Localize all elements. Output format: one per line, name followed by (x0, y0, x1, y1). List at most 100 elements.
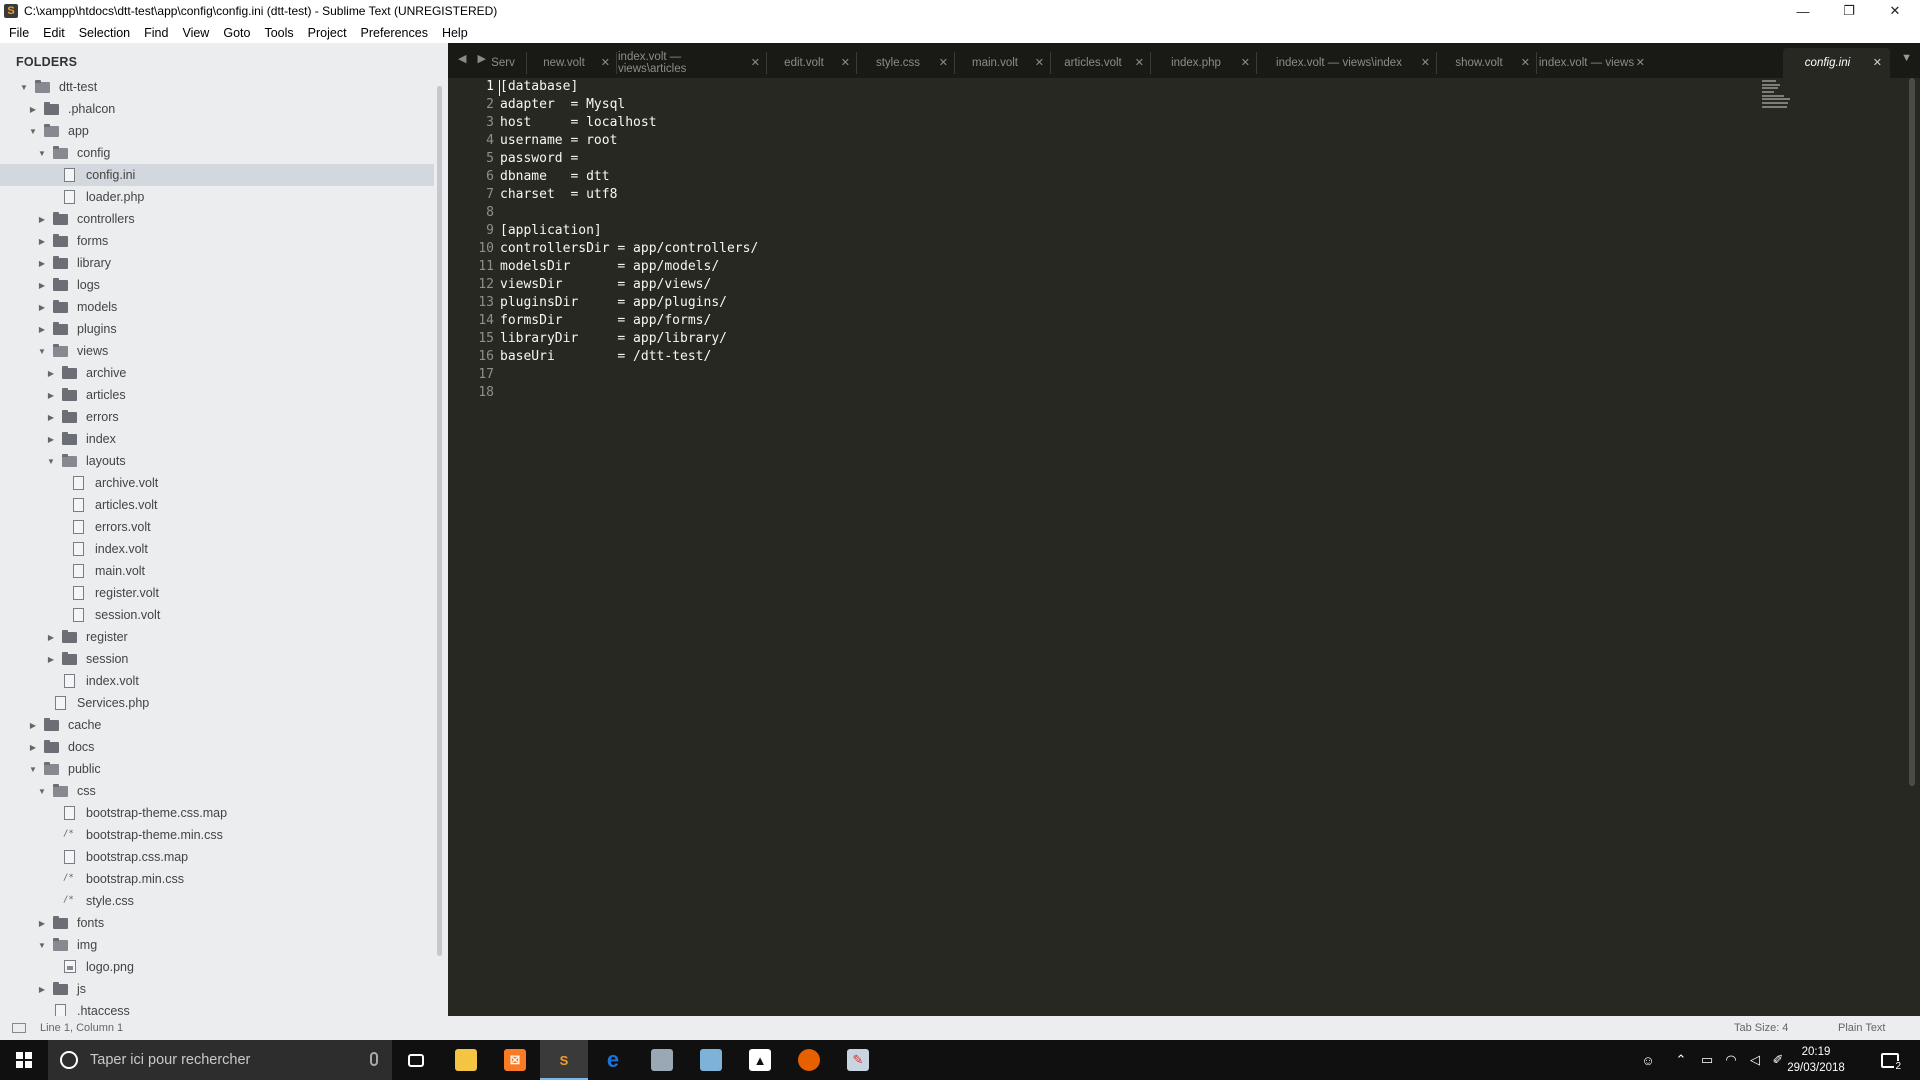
menu-selection[interactable]: Selection (72, 26, 137, 40)
code-line[interactable]: formsDir = app/forms/ (500, 312, 711, 330)
tree-folder[interactable]: ▶ articles (0, 384, 434, 406)
chevron-right-icon[interactable]: ▶ (45, 653, 57, 665)
tab[interactable]: index.volt — views\index ✕ (1258, 48, 1438, 78)
chevron-down-icon[interactable]: ▼ (27, 763, 39, 775)
code-line[interactable]: viewsDir = app/views/ (500, 276, 711, 294)
chevron-down-icon[interactable]: ▼ (27, 125, 39, 137)
menu-tools[interactable]: Tools (257, 26, 300, 40)
code-line[interactable]: dbname = dtt (500, 168, 610, 186)
tree-folder[interactable]: ▼ dtt-test (0, 76, 434, 98)
tab-active[interactable]: config.ini ✕ (1783, 48, 1890, 78)
tab-close-icon[interactable]: ✕ (1521, 56, 1530, 69)
code-line[interactable]: pluginsDir = app/plugins/ (500, 294, 727, 312)
wifi-icon[interactable]: ◠ (1718, 1040, 1744, 1080)
tree-folder[interactable]: ▶ fonts (0, 912, 434, 934)
minimap[interactable] (1762, 78, 1798, 118)
photos-button[interactable]: ▲ (736, 1040, 784, 1080)
tab[interactable]: index.volt — views\articles ✕ (618, 48, 768, 78)
tree-folder[interactable]: ▶ js (0, 978, 434, 1000)
tab-close-icon[interactable]: ✕ (1241, 56, 1250, 69)
tree-file[interactable]: bootstrap-theme.css.map (0, 802, 434, 824)
chevron-down-icon[interactable]: ▼ (45, 455, 57, 467)
tab-close-icon[interactable]: ✕ (1636, 56, 1645, 69)
tab-overflow-icon[interactable]: ▼ (1901, 52, 1912, 64)
minimize-button[interactable]: — (1780, 0, 1826, 22)
chevron-right-icon[interactable]: ▶ (36, 213, 48, 225)
tab-close-icon[interactable]: ✕ (841, 56, 850, 69)
tab-close-icon[interactable]: ✕ (1035, 56, 1044, 69)
tree-folder[interactable]: ▶ archive (0, 362, 434, 384)
chevron-right-icon[interactable]: ▶ (45, 411, 57, 423)
tree-file[interactable]: articles.volt (0, 494, 434, 516)
code-line[interactable]: username = root (500, 132, 617, 150)
tab[interactable]: index.volt — views ✕ (1538, 48, 1653, 78)
chevron-down-icon[interactable]: ▼ (36, 939, 48, 951)
tab[interactable]: style.css ✕ (858, 48, 956, 78)
tree-folder[interactable]: ▶ index (0, 428, 434, 450)
code-line[interactable]: charset = utf8 (500, 186, 617, 204)
microphone-icon[interactable] (370, 1052, 378, 1066)
chevron-down-icon[interactable]: ▼ (36, 147, 48, 159)
tab-size-indicator[interactable]: Tab Size: 4 (1734, 1022, 1788, 1034)
tree-folder[interactable]: ▶ cache (0, 714, 434, 736)
tree-folder[interactable]: ▶ errors (0, 406, 434, 428)
code-line[interactable]: modelsDir = app/models/ (500, 258, 719, 276)
task-view-button[interactable] (392, 1040, 440, 1080)
menu-help[interactable]: Help (435, 26, 475, 40)
tree-folder[interactable]: ▼ css (0, 780, 434, 802)
menu-edit[interactable]: Edit (36, 26, 72, 40)
chevron-right-icon[interactable]: ▶ (36, 279, 48, 291)
chevron-right-icon[interactable]: ▶ (36, 917, 48, 929)
code-line[interactable]: adapter = Mysql (500, 96, 625, 114)
tree-folder[interactable]: ▼ public (0, 758, 434, 780)
tree-folder[interactable]: ▶ logs (0, 274, 434, 296)
tree-file[interactable]: /* bootstrap-theme.min.css (0, 824, 434, 846)
taskbar-search[interactable]: Taper ici pour rechercher (48, 1040, 392, 1080)
maximize-button[interactable]: ❐ (1826, 0, 1872, 22)
tab-close-icon[interactable]: ✕ (1873, 56, 1882, 69)
tree-folder[interactable]: ▶ session (0, 648, 434, 670)
chevron-right-icon[interactable]: ▶ (36, 323, 48, 335)
tab[interactable]: index.php ✕ (1152, 48, 1258, 78)
close-button[interactable]: ✕ (1872, 0, 1918, 22)
tree-folder[interactable]: ▶ plugins (0, 318, 434, 340)
tree-file[interactable]: errors.volt (0, 516, 434, 538)
tree-file[interactable]: index.volt (0, 670, 434, 692)
menu-preferences[interactable]: Preferences (354, 26, 435, 40)
tree-file[interactable]: session.volt (0, 604, 434, 626)
notepad-button[interactable] (687, 1040, 735, 1080)
sidebar-scrollbar[interactable] (437, 86, 442, 956)
xampp-button[interactable]: ⊠ (491, 1040, 539, 1080)
tree-file[interactable]: /* bootstrap.min.css (0, 868, 434, 890)
tree-folder[interactable]: ▼ layouts (0, 450, 434, 472)
tree-folder[interactable]: ▼ img (0, 934, 434, 956)
tree-folder[interactable]: ▶ .phalcon (0, 98, 434, 120)
menu-project[interactable]: Project (301, 26, 354, 40)
chevron-down-icon[interactable]: ▼ (18, 81, 30, 93)
tree-folder[interactable]: ▶ forms (0, 230, 434, 252)
menu-find[interactable]: Find (137, 26, 175, 40)
chevron-right-icon[interactable]: ▶ (45, 367, 57, 379)
tab-close-icon[interactable]: ✕ (1135, 56, 1144, 69)
editor[interactable]: 1 2 3 4 5 6 7 8 9 10 11 12 13 14 15 16 17 18 [database] ad… (448, 78, 1920, 1016)
chevron-right-icon[interactable]: ▶ (36, 983, 48, 995)
tree-folder[interactable]: ▶ models (0, 296, 434, 318)
tab[interactable]: Serv (478, 48, 528, 78)
tree-file[interactable]: logo.png (0, 956, 434, 978)
chevron-right-icon[interactable]: ▶ (27, 741, 39, 753)
chevron-up-icon[interactable]: ⌃ (1668, 1040, 1694, 1080)
tree-file[interactable]: config.ini (0, 164, 434, 186)
tree-folder[interactable]: ▼ app (0, 120, 434, 142)
tree-folder[interactable]: ▼ views (0, 340, 434, 362)
code-line[interactable]: controllersDir = app/controllers/ (500, 240, 758, 258)
chevron-down-icon[interactable]: ▼ (36, 785, 48, 797)
code-line[interactable]: [application] (500, 222, 602, 240)
tree-folder[interactable]: ▼ config (0, 142, 434, 164)
code-line[interactable]: baseUri = /dtt-test/ (500, 348, 711, 366)
code-line[interactable]: host = localhost (500, 114, 657, 132)
tree-file[interactable]: .htaccess (0, 1000, 434, 1016)
chevron-down-icon[interactable]: ▼ (36, 345, 48, 357)
menu-goto[interactable]: Goto (216, 26, 257, 40)
chevron-right-icon[interactable]: ▶ (27, 103, 39, 115)
code-line[interactable]: libraryDir = app/library/ (500, 330, 727, 348)
